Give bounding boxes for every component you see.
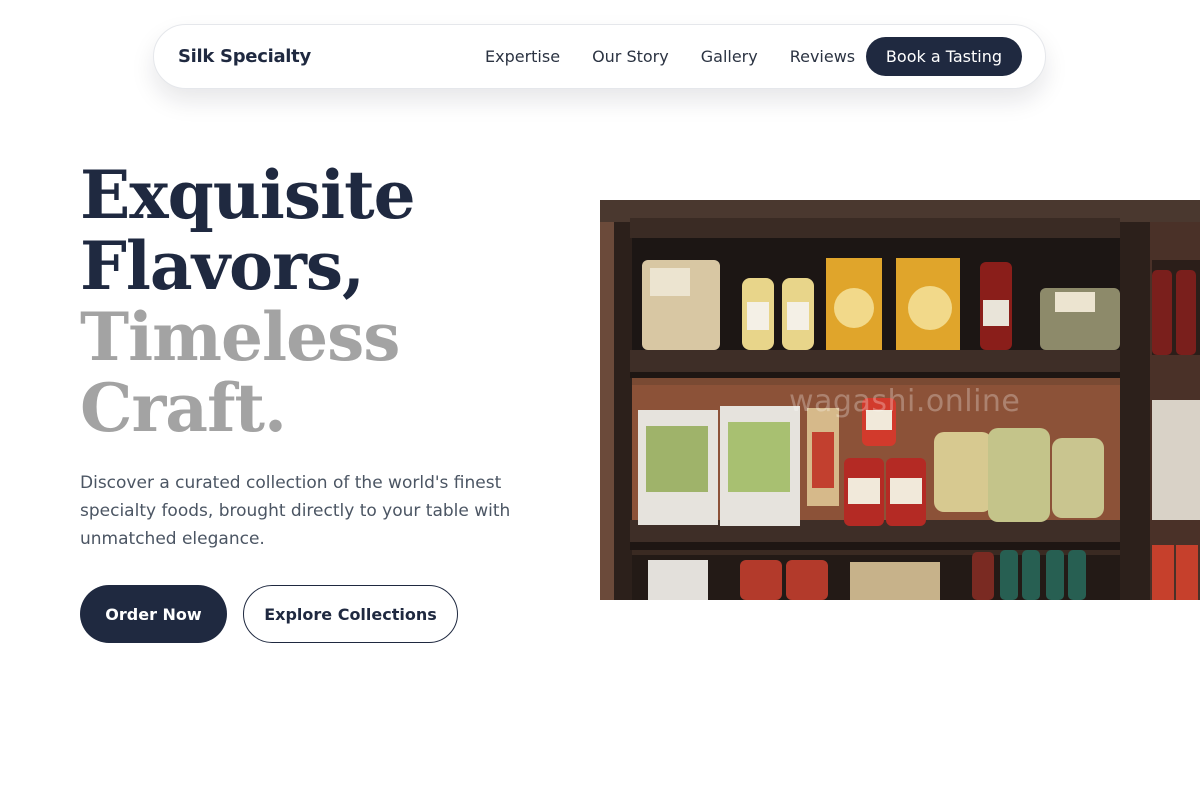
explore-collections-button[interactable]: Explore Collections bbox=[243, 585, 458, 643]
order-now-button[interactable]: Order Now bbox=[80, 585, 227, 643]
hero-image: wagashi.online bbox=[600, 200, 1200, 600]
nav-link-reviews[interactable]: Reviews bbox=[790, 47, 855, 66]
book-tasting-button[interactable]: Book a Tasting bbox=[865, 37, 1022, 76]
image-watermark: wagashi.online bbox=[789, 384, 1021, 419]
nav-links: Expertise Our Story Gallery Reviews bbox=[485, 25, 887, 88]
headline-line-2: Flavors, bbox=[80, 227, 365, 305]
hero-headline: Exquisite Flavors, Timeless Craft. bbox=[80, 156, 416, 447]
top-navbar: Silk Specialty Expertise Our Story Galle… bbox=[153, 24, 1046, 89]
nav-link-gallery[interactable]: Gallery bbox=[701, 47, 758, 66]
headline-line-1: Exquisite bbox=[80, 156, 416, 234]
nav-link-our-story[interactable]: Our Story bbox=[592, 47, 669, 66]
hero-description: Discover a curated collection of the wor… bbox=[80, 473, 511, 549]
headline-line-4: Craft. bbox=[80, 369, 287, 447]
nav-link-expertise[interactable]: Expertise bbox=[485, 47, 560, 66]
headline-line-3: Timeless bbox=[80, 298, 400, 376]
brand-logo[interactable]: Silk Specialty bbox=[178, 46, 311, 67]
